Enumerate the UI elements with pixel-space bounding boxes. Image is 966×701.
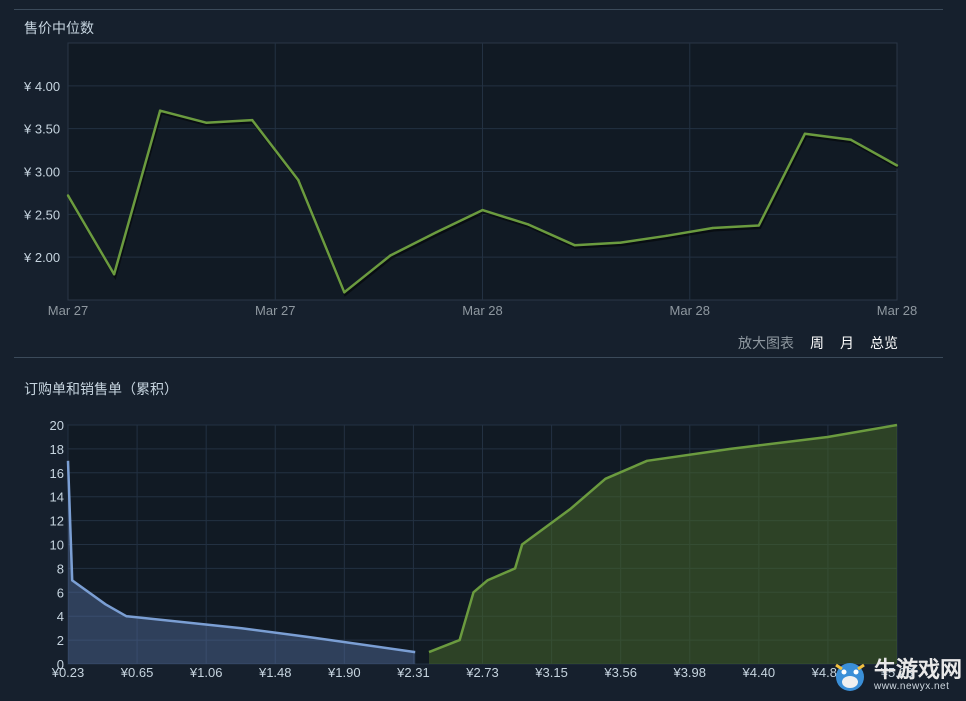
price-point <box>389 254 392 257</box>
y-tick-label: 10 <box>50 538 64 553</box>
orders-depth-chart[interactable]: 02468101214161820¥0.23 ¥0.65 ¥1.06 ¥1.48 ¥1.… <box>0 410 966 701</box>
zoom-month-button[interactable]: 月 <box>840 333 854 353</box>
watermark-name: 牛游戏网 <box>873 656 962 682</box>
y-tick-label: ¥ 2.50 <box>23 207 60 222</box>
price-point <box>849 138 853 142</box>
y-tick-label: 18 <box>50 442 64 457</box>
x-tick-label: ¥0.65 <box>120 665 154 680</box>
y-tick-label: 20 <box>50 418 64 433</box>
x-tick-label: Mar 28 <box>462 303 502 318</box>
y-tick-label: ¥ 4.00 <box>23 79 60 94</box>
y-tick-label: 6 <box>57 585 64 600</box>
x-tick-label: Mar 28 <box>670 303 710 318</box>
price-point <box>757 224 761 227</box>
x-tick-label: Mar 28 <box>877 303 917 318</box>
cow-logo-icon <box>835 663 865 691</box>
middle-separator <box>14 357 943 358</box>
y-tick-label: ¥ 2.00 <box>23 250 60 265</box>
watermark: 牛游戏网 www.newyx.net <box>830 655 962 695</box>
y-tick-label: 12 <box>50 514 64 529</box>
x-tick-label: Mar 27 <box>255 303 295 318</box>
x-tick-label: ¥3.56 <box>603 665 637 680</box>
x-tick-label: ¥1.06 <box>189 665 223 680</box>
price-point <box>204 121 208 124</box>
x-tick-label: ¥1.90 <box>327 665 361 680</box>
y-tick-label: 14 <box>50 490 64 505</box>
x-tick-label: ¥1.48 <box>258 665 292 680</box>
x-tick-label: ¥3.98 <box>672 665 706 680</box>
price-point <box>481 208 484 212</box>
y-tick-label: 2 <box>57 633 64 648</box>
watermark-url: www.newyx.net <box>873 680 950 692</box>
zoom-label: 放大图表 <box>738 335 794 351</box>
price-point <box>803 132 807 136</box>
price-point <box>711 226 714 230</box>
price-point <box>895 164 899 167</box>
price-point <box>665 234 668 237</box>
y-tick-label: 4 <box>57 609 64 624</box>
x-tick-label: ¥2.73 <box>465 665 499 680</box>
zoom-controls: 放大图表 周 月 总览 <box>738 333 898 353</box>
x-tick-label: ¥2.31 <box>396 665 430 680</box>
zoom-overview-button[interactable]: 总览 <box>870 333 898 353</box>
price-point <box>435 231 438 234</box>
zoom-week-button[interactable]: 周 <box>810 333 824 353</box>
price-point <box>527 223 530 226</box>
x-tick-label: Mar 27 <box>48 303 88 318</box>
price-history-chart[interactable]: ¥ 2.00 ¥ 2.50 ¥ 3.00 ¥ 3.50 ¥ 4.00 Mar 27 Mar … <box>0 30 966 330</box>
price-point <box>619 241 622 244</box>
price-point <box>158 109 162 112</box>
price-point <box>251 118 254 122</box>
orders-title: 订购单和销售单（累积） <box>24 381 178 397</box>
x-tick-label: ¥3.15 <box>534 665 568 680</box>
top-separator <box>14 9 943 10</box>
y-tick-label: 16 <box>50 466 64 481</box>
price-point <box>297 178 300 182</box>
price-point <box>343 291 346 294</box>
x-tick-label: ¥0.23 <box>51 665 85 680</box>
y-tick-label: 8 <box>57 561 64 576</box>
y-tick-label: ¥ 3.50 <box>23 122 60 137</box>
price-point <box>66 194 70 197</box>
x-tick-label: ¥4.40 <box>742 665 776 680</box>
y-tick-label: ¥ 3.00 <box>23 165 60 180</box>
price-point <box>573 243 576 247</box>
price-point <box>112 273 116 276</box>
